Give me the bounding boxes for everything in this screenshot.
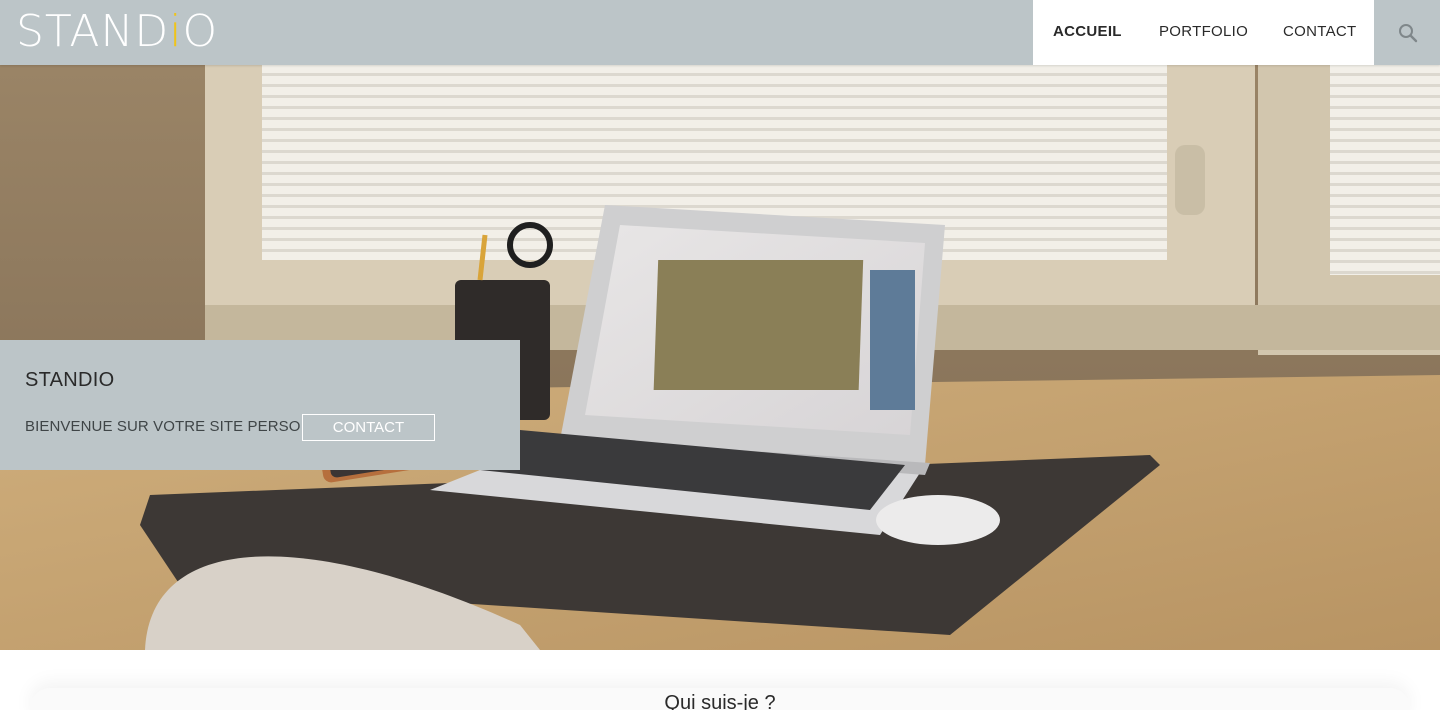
section-title: Qui suis-je ? [664, 692, 776, 710]
hero-title: STANDIO [25, 369, 115, 391]
hero-contact-button[interactable]: CONTACT [302, 414, 435, 441]
search-icon[interactable] [1396, 21, 1420, 45]
hero-banner: STANDIO BIENVENUE SUR VOTRE SITE PERSO C… [0, 65, 1440, 650]
site-logo[interactable]: STANDiO [16, 8, 218, 56]
about-section: Qui suis-je ? [0, 650, 1440, 710]
nav-item-accueil[interactable]: ACCUEIL [1053, 23, 1122, 40]
nav-item-portfolio[interactable]: PORTFOLIO [1159, 23, 1248, 40]
hero-card: STANDIO BIENVENUE SUR VOTRE SITE PERSO C… [0, 340, 520, 470]
hero-tagline: BIENVENUE SUR VOTRE SITE PERSO [25, 418, 301, 435]
main-nav: ACCUEIL PORTFOLIO CONTACT [1033, 0, 1374, 65]
nav-item-contact[interactable]: CONTACT [1283, 23, 1356, 40]
site-header: STANDiO ACCUEIL PORTFOLIO CONTACT [0, 0, 1440, 65]
